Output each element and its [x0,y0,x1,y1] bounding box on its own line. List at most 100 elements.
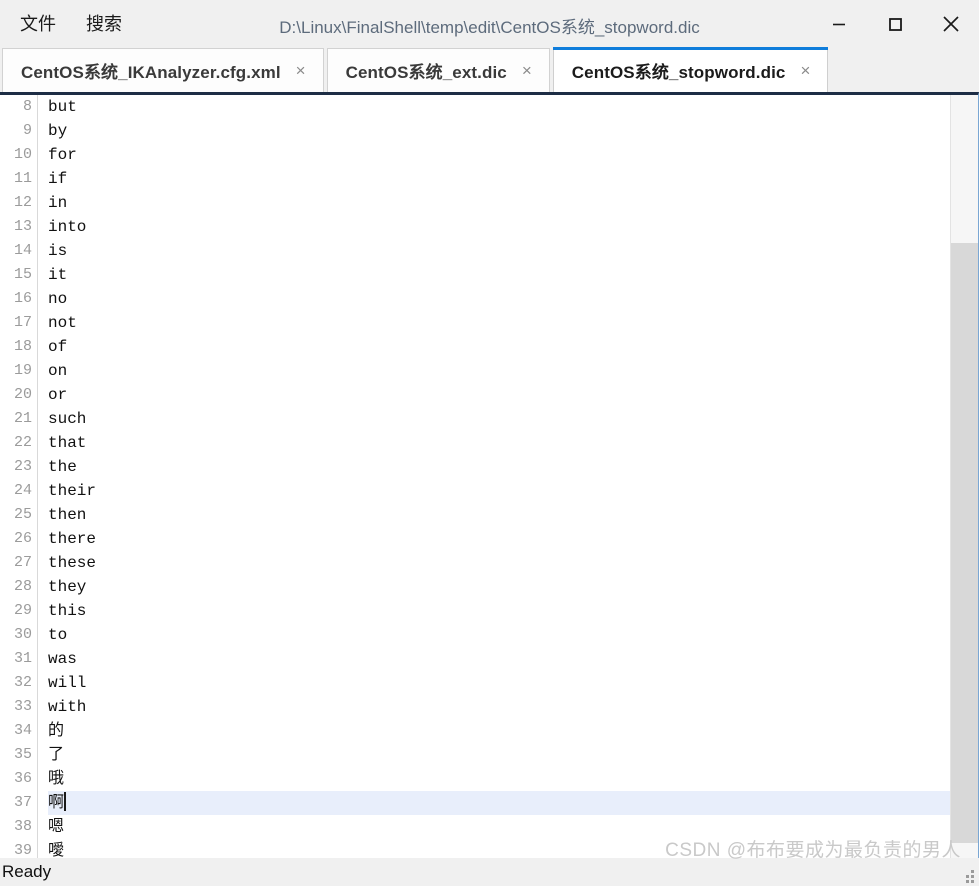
tab-label: CentOS系统_stopword.dic [571,62,786,82]
line-number: 22 [13,434,32,451]
code-line[interactable]: such [48,407,978,431]
code-line-text: will [48,674,87,692]
code-line[interactable]: then [48,503,978,527]
scrollbar-thumb[interactable] [951,243,978,843]
code-line[interactable]: will [48,671,978,695]
code-line[interactable]: 噯 [48,839,978,858]
code-line[interactable]: into [48,215,978,239]
code-line[interactable]: it [48,263,978,287]
text-caret [64,792,67,811]
line-number: 39 [13,842,32,858]
line-number: 16 [13,290,32,307]
code-line[interactable]: 了 [48,743,978,767]
code-line[interactable]: they [48,575,978,599]
close-button[interactable] [923,0,979,47]
code-line[interactable]: 嗯 [48,815,978,839]
tab-close-icon[interactable]: × [797,60,813,81]
line-number: 23 [13,458,32,475]
line-number: 25 [13,506,32,523]
line-number: 19 [13,362,32,379]
line-number: 33 [13,698,32,715]
editor-window: 文件 搜索 D:\Linux\FinalShell\temp\edit\Cent… [0,0,979,886]
line-number-gutter: 8 9 10 11 12 13 14 15 16 17 18 19 20 21 22 23 24 25 26 27 28… [0,95,38,858]
menu-file[interactable]: 文件 [18,11,58,37]
code-line-text: not [48,314,77,332]
line-number: 38 [13,818,32,835]
line-number: 24 [13,482,32,499]
code-line-text: such [48,410,87,428]
code-line-text: by [48,122,68,140]
line-number: 20 [13,386,32,403]
line-number: 29 [13,602,32,619]
line-number: 35 [13,746,32,763]
close-icon [938,11,964,37]
code-line[interactable]: by [48,119,978,143]
code-line[interactable]: this [48,599,978,623]
line-number: 13 [13,218,32,235]
code-line[interactable]: 哦 [48,767,978,791]
code-line[interactable]: not [48,311,978,335]
code-text-area[interactable]: but by for if in into is it no not of on or such that t… [38,95,978,858]
line-number: 12 [13,194,32,211]
tab-close-icon[interactable]: × [293,60,309,81]
code-line-text: this [48,602,87,620]
tab-label: CentOS系统_ext.dic [345,63,507,82]
code-line-text: to [48,626,68,644]
line-number: 31 [13,650,32,667]
tab-strip: CentOS系统_IKAnalyzer.cfg.xml × CentOS系统_e… [0,47,979,92]
line-number: 14 [13,242,32,259]
code-line[interactable]: that [48,431,978,455]
code-line[interactable]: their [48,479,978,503]
code-line[interactable]: but [48,95,978,119]
tab-ext-dic[interactable]: CentOS系统_ext.dic × [326,48,550,92]
code-line[interactable]: there [48,527,978,551]
menu-search[interactable]: 搜索 [84,11,124,37]
code-line[interactable]: the [48,455,978,479]
code-line-current[interactable]: 啊 [48,791,978,815]
code-line-text: but [48,98,77,116]
maximize-button[interactable] [867,0,923,47]
code-line[interactable]: of [48,335,978,359]
minimize-button[interactable] [811,0,867,47]
code-line-text: of [48,338,68,356]
code-line[interactable]: for [48,143,978,167]
code-line[interactable]: these [48,551,978,575]
tab-close-icon[interactable]: × [519,60,535,81]
editor-area: 8 9 10 11 12 13 14 15 16 17 18 19 20 21 22 23 24 25 26 27 28… [0,92,979,858]
line-number: 9 [22,122,32,139]
code-line-text: no [48,290,68,308]
code-line[interactable]: 的 [48,719,978,743]
code-line[interactable]: with [48,695,978,719]
code-line-text: there [48,530,97,548]
code-line-text: was [48,650,77,668]
tab-stopword-dic[interactable]: CentOS系统_stopword.dic × [552,47,829,92]
code-line[interactable]: to [48,623,978,647]
line-number: 36 [13,770,32,787]
title-bar: 文件 搜索 D:\Linux\FinalShell\temp\edit\Cent… [0,0,979,47]
line-number: 28 [13,578,32,595]
code-line-text: for [48,146,77,164]
line-number: 17 [13,314,32,331]
resize-grip-icon[interactable] [962,870,975,883]
code-line[interactable]: was [48,647,978,671]
code-line[interactable]: on [48,359,978,383]
code-line-text: these [48,554,97,572]
code-line[interactable]: no [48,287,978,311]
code-line[interactable]: in [48,191,978,215]
code-line-text: into [48,218,87,236]
code-line-text: their [48,482,97,500]
code-line[interactable]: is [48,239,978,263]
code-line-text: 嗯 [48,818,65,836]
line-number: 18 [13,338,32,355]
code-line-text: that [48,434,87,452]
code-line[interactable]: if [48,167,978,191]
code-line-text: 哦 [48,770,65,788]
status-text: Ready [2,862,52,881]
tab-ikanalyzer-cfg-xml[interactable]: CentOS系统_IKAnalyzer.cfg.xml × [2,48,324,92]
code-line[interactable]: or [48,383,978,407]
line-number: 21 [13,410,32,427]
line-number: 37 [13,794,32,811]
vertical-scrollbar[interactable] [950,95,978,858]
line-number: 26 [13,530,32,547]
code-line-text: in [48,194,68,212]
